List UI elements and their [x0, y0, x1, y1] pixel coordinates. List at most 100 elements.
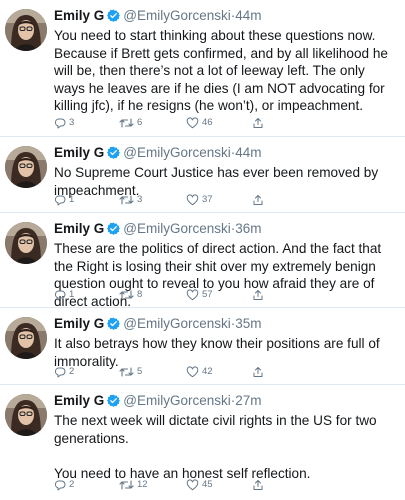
avatar[interactable] — [5, 394, 47, 436]
user-handle[interactable]: @EmilyGorcenski — [123, 393, 230, 408]
retweet-button[interactable]: 12 — [119, 478, 148, 492]
avatar-image — [5, 317, 47, 359]
display-name[interactable]: Emily G — [54, 316, 104, 331]
like-button[interactable]: 45 — [186, 478, 213, 492]
share-button[interactable] — [252, 116, 264, 130]
like-button[interactable]: 37 — [186, 193, 213, 207]
tweet[interactable]: Emily G @EmilyGorcenski·44m No Supreme Co… — [0, 137, 405, 213]
share-button[interactable] — [252, 193, 264, 207]
like-icon — [186, 194, 199, 206]
like-count: 46 — [202, 117, 213, 128]
retweet-count: 8 — [137, 289, 143, 300]
reply-button[interactable]: 2 — [54, 365, 74, 379]
avatar[interactable] — [5, 146, 47, 188]
share-button[interactable] — [252, 288, 264, 302]
timestamp[interactable]: 44m — [235, 8, 261, 23]
tweet[interactable]: Emily G @EmilyGorcenski·27m The next week… — [0, 385, 405, 500]
like-button[interactable]: 42 — [186, 365, 213, 379]
retweet-count: 3 — [137, 194, 143, 205]
display-name[interactable]: Emily G — [54, 8, 104, 23]
tweet[interactable]: Emily G @EmilyGorcenski·36m These are the… — [0, 213, 405, 310]
avatar-image — [5, 222, 47, 264]
retweet-count: 5 — [137, 366, 143, 377]
reply-button[interactable]: 3 — [54, 116, 74, 130]
retweet-button[interactable]: 5 — [119, 365, 142, 379]
reply-count: 2 — [69, 366, 75, 377]
tweet-text: It also betrays how they know their posi… — [54, 336, 384, 369]
share-icon — [253, 290, 263, 300]
tweet-text: These are the politics of direct action.… — [54, 241, 385, 309]
share-button[interactable] — [252, 478, 264, 492]
retweet-icon — [119, 367, 134, 377]
user-handle[interactable]: @EmilyGorcenski — [123, 145, 230, 160]
tweet[interactable]: Emily G @EmilyGorcenski·35m It also betra… — [0, 308, 405, 385]
avatar[interactable] — [5, 317, 47, 359]
tweet-feed: Emily G @EmilyGorcenski·44m You need to s… — [0, 0, 405, 500]
retweet-icon — [119, 118, 134, 128]
verified-badge-icon — [107, 222, 121, 239]
share-icon — [253, 480, 263, 490]
avatar-image — [5, 146, 47, 188]
like-icon — [186, 117, 199, 129]
timestamp[interactable]: 44m — [235, 145, 261, 160]
like-count: 45 — [202, 479, 213, 490]
retweet-button[interactable]: 8 — [119, 288, 142, 302]
timestamp[interactable]: 36m — [235, 221, 261, 236]
like-count: 37 — [202, 194, 213, 205]
verified-badge-icon — [107, 9, 121, 26]
like-icon — [186, 289, 199, 301]
user-handle[interactable]: @EmilyGorcenski — [123, 221, 230, 236]
reply-icon — [54, 367, 66, 378]
tweet-text: You need to start thinking about these q… — [54, 28, 392, 113]
user-handle[interactable]: @EmilyGorcenski — [123, 316, 230, 331]
reply-count: 1 — [69, 194, 75, 205]
verified-badge-icon — [107, 394, 121, 411]
avatar[interactable] — [5, 9, 47, 51]
reply-icon — [54, 480, 66, 491]
tweet-header: Emily G @EmilyGorcenski·44m — [54, 7, 399, 26]
retweet-icon — [119, 290, 134, 300]
timestamp[interactable]: 27m — [235, 393, 261, 408]
like-count: 57 — [202, 289, 213, 300]
like-icon — [186, 366, 199, 378]
like-button[interactable]: 57 — [186, 288, 213, 302]
tweet-content: Emily G @EmilyGorcenski·44m You need to s… — [54, 7, 399, 115]
avatar[interactable] — [5, 222, 47, 264]
retweet-count: 12 — [137, 479, 148, 490]
avatar-image — [5, 9, 47, 51]
tweet-header: Emily G @EmilyGorcenski·35m — [54, 315, 399, 334]
retweet-button[interactable]: 3 — [119, 193, 142, 207]
display-name[interactable]: Emily G — [54, 221, 104, 236]
reply-count: 2 — [69, 479, 75, 490]
tweet-content: Emily G @EmilyGorcenski·27m The next week… — [54, 392, 399, 482]
reply-icon — [54, 290, 66, 301]
share-icon — [253, 195, 263, 205]
display-name[interactable]: Emily G — [54, 145, 104, 160]
retweet-button[interactable]: 6 — [119, 116, 142, 130]
reply-count: 1 — [69, 289, 75, 300]
display-name[interactable]: Emily G — [54, 393, 104, 408]
like-icon — [186, 479, 199, 491]
reply-button[interactable]: 1 — [54, 193, 74, 207]
retweet-count: 6 — [137, 117, 143, 128]
tweet-content: Emily G @EmilyGorcenski·35m It also betra… — [54, 315, 399, 370]
verified-badge-icon — [107, 317, 121, 334]
share-button[interactable] — [252, 365, 264, 379]
verified-badge-icon — [107, 146, 121, 163]
share-icon — [253, 118, 263, 128]
tweet[interactable]: Emily G @EmilyGorcenski·44m You need to s… — [0, 0, 405, 137]
like-button[interactable]: 46 — [186, 116, 213, 130]
avatar-image — [5, 394, 47, 436]
reply-button[interactable]: 2 — [54, 478, 74, 492]
reply-count: 3 — [69, 117, 75, 128]
like-count: 42 — [202, 366, 213, 377]
tweet-content: Emily G @EmilyGorcenski·36m These are the… — [54, 220, 399, 310]
reply-icon — [54, 118, 66, 129]
tweet-header: Emily G @EmilyGorcenski·44m — [54, 144, 399, 163]
reply-button[interactable]: 1 — [54, 288, 74, 302]
timestamp[interactable]: 35m — [235, 316, 261, 331]
user-handle[interactable]: @EmilyGorcenski — [123, 8, 230, 23]
tweet-header: Emily G @EmilyGorcenski·36m — [54, 220, 399, 239]
tweet-content: Emily G @EmilyGorcenski·44m No Supreme Co… — [54, 144, 399, 199]
share-icon — [253, 367, 263, 377]
